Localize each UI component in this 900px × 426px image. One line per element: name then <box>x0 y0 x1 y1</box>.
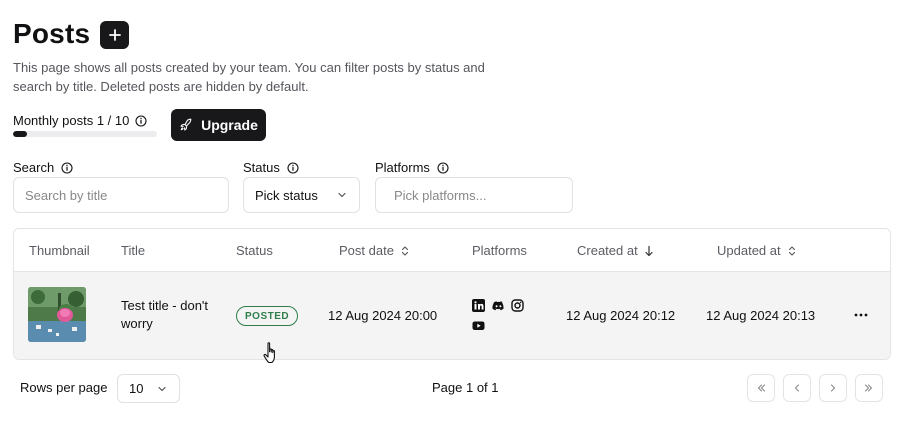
hand-cursor-icon <box>263 342 275 364</box>
previous-page-button[interactable] <box>783 374 811 402</box>
platforms-multiselect[interactable]: Pick platforms... <box>375 177 573 213</box>
rocket-icon <box>180 118 192 131</box>
column-post-date[interactable]: Post date <box>339 243 410 258</box>
post-date: 12 Aug 2024 20:00 <box>328 308 438 323</box>
column-status: Status <box>236 243 273 258</box>
chevron-down-icon <box>338 192 346 198</box>
status-badge: POSTED <box>236 306 299 326</box>
column-title: Title <box>121 243 146 258</box>
first-page-button[interactable] <box>747 374 775 402</box>
platforms-filter-label: Platforms <box>375 160 449 175</box>
sort-icon[interactable] <box>400 245 410 257</box>
plus-icon <box>108 29 121 41</box>
post-title[interactable]: Test title - don't worry <box>121 297 211 333</box>
status-select[interactable]: Pick status <box>243 177 360 213</box>
table-header: Thumbnail Title Status Post date Platfor… <box>14 229 890 272</box>
post-thumbnail[interactable] <box>28 287 86 342</box>
next-page-button[interactable] <box>819 374 847 402</box>
info-icon[interactable] <box>61 161 73 174</box>
sort-descending-icon[interactable] <box>644 245 654 257</box>
info-icon[interactable] <box>135 114 147 127</box>
add-post-button[interactable] <box>100 21 129 49</box>
platforms-placeholder: Pick platforms... <box>394 187 487 203</box>
status-select-value: Pick status <box>255 187 318 203</box>
posts-table: Thumbnail Title Status Post date Platfor… <box>13 228 891 360</box>
platforms-label: Platforms <box>375 160 430 175</box>
page-title: Posts <box>13 18 91 49</box>
chevron-left-icon <box>794 384 800 392</box>
table-row[interactable]: Test title - don't worry POSTED 12 Aug 2… <box>14 272 890 359</box>
info-icon[interactable] <box>437 161 449 174</box>
upgrade-button[interactable]: Upgrade <box>171 109 266 141</box>
discord-icon <box>492 301 504 311</box>
column-created-at[interactable]: Created at <box>577 243 654 258</box>
search-input[interactable]: Search by title <box>13 177 229 213</box>
created-at: 12 Aug 2024 20:12 <box>566 308 676 323</box>
chevrons-left-icon <box>757 384 766 392</box>
quota-progress-fill <box>13 131 28 137</box>
column-thumbnail: Thumbnail <box>29 243 90 258</box>
chevrons-right-icon <box>864 384 873 392</box>
chevron-right-icon <box>830 384 836 392</box>
more-horizontal-icon[interactable] <box>854 313 868 317</box>
row-actions-button[interactable] <box>850 304 872 326</box>
column-updated-at[interactable]: Updated at <box>717 243 797 258</box>
page-description: This page shows all posts created by you… <box>13 60 485 94</box>
info-icon[interactable] <box>287 161 299 174</box>
search-placeholder: Search by title <box>25 187 108 203</box>
monthly-posts-quota: Monthly posts 1 / 10 <box>13 113 147 128</box>
status-filter-label: Status <box>243 160 299 175</box>
search-label: Search <box>13 160 55 175</box>
rows-per-page-select[interactable]: 10 <box>117 374 180 403</box>
last-page-button[interactable] <box>855 374 883 402</box>
chevron-down-icon <box>158 386 166 391</box>
column-platforms: Platforms <box>472 243 527 258</box>
rows-per-page-value: 10 <box>129 381 144 396</box>
upgrade-label: Upgrade <box>201 117 258 133</box>
page-info: Page 1 of 1 <box>432 380 499 395</box>
search-filter-label: Search <box>13 160 73 175</box>
rows-per-page-label: Rows per page <box>20 380 108 395</box>
linkedin-icon <box>472 299 485 312</box>
status-label: Status <box>243 160 280 175</box>
quota-label: Monthly posts 1 / 10 <box>13 113 130 128</box>
youtube-icon <box>472 321 485 330</box>
instagram-icon <box>511 299 524 312</box>
quota-progress-bar <box>13 131 157 137</box>
updated-at: 12 Aug 2024 20:13 <box>706 308 816 323</box>
sort-icon[interactable] <box>787 245 797 257</box>
